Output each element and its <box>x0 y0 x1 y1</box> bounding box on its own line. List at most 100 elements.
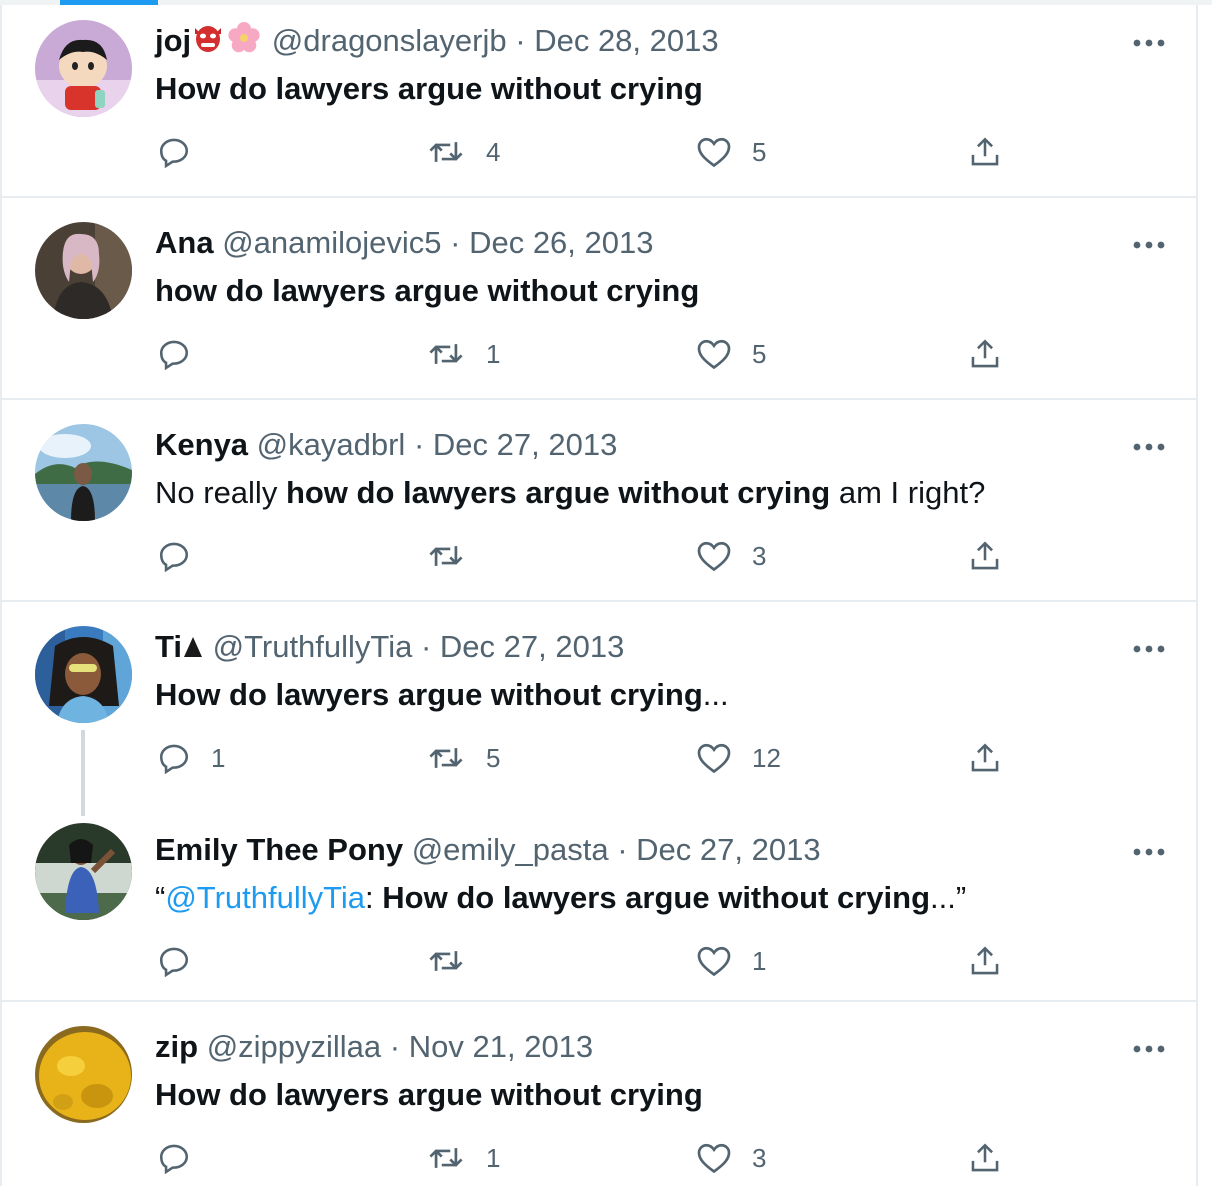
tweet-header: Emily Thee Pony @emily_pasta · Dec 27, 2… <box>155 830 821 870</box>
reply-icon <box>157 539 191 573</box>
separator-dot: · <box>389 1029 401 1064</box>
tweet[interactable]: Ti @TruthfullyTia · Dec 27, 2013 How do … <box>2 602 1196 816</box>
heart-icon <box>696 944 732 978</box>
separator-dot: · <box>413 427 425 462</box>
reply-button[interactable] <box>157 334 211 374</box>
user-handle[interactable]: @kayadbrl <box>257 427 406 462</box>
avatar[interactable] <box>35 424 132 521</box>
tweet[interactable]: Ana @anamilojevic5 · Dec 26, 2013 how do… <box>2 198 1196 398</box>
avatar[interactable] <box>35 626 132 723</box>
text-segment: ... <box>702 677 729 712</box>
text-segment: How do lawyers argue without crying <box>155 71 703 106</box>
like-count: 3 <box>752 1143 767 1173</box>
tweet-date[interactable]: Nov 21, 2013 <box>409 1029 593 1064</box>
retweet-button[interactable] <box>426 941 486 981</box>
text-segment: how do lawyers argue without crying <box>285 475 831 510</box>
tweet[interactable]: Kenya @kayadbrl · Dec 27, 2013 No really… <box>2 400 1196 600</box>
tweet-header: joj @dragonslayerjb · Dec 28, 2013 <box>155 21 719 61</box>
display-name[interactable]: Ana <box>155 225 214 260</box>
more-options-icon[interactable] <box>1132 439 1166 451</box>
display-name[interactable]: zip <box>155 1029 198 1064</box>
avatar[interactable] <box>35 1026 132 1123</box>
user-handle[interactable]: @emily_pasta <box>412 832 609 867</box>
heart-icon <box>696 135 732 169</box>
share-button[interactable] <box>968 1138 1002 1178</box>
retweet-icon <box>426 944 466 978</box>
share-button[interactable] <box>968 132 1002 172</box>
share-button[interactable] <box>968 536 1002 576</box>
like-button[interactable]: 3 <box>696 1138 766 1178</box>
more-options-icon[interactable] <box>1132 1041 1166 1053</box>
user-handle[interactable]: @zippyzillaa <box>207 1029 381 1064</box>
separator-dot: · <box>515 23 526 58</box>
retweet-count: 1 <box>486 1143 501 1173</box>
tweet-date[interactable]: Dec 28, 2013 <box>534 23 718 58</box>
tweet-header: zip @zippyzillaa · Nov 21, 2013 <box>155 1027 593 1067</box>
like-button[interactable]: 5 <box>696 334 766 374</box>
like-button[interactable]: 3 <box>696 536 766 576</box>
retweet-button[interactable]: 5 <box>426 738 500 778</box>
reply-button[interactable] <box>157 1138 211 1178</box>
user-handle[interactable]: @anamilojevic5 <box>222 225 441 260</box>
like-button[interactable]: 12 <box>696 738 781 778</box>
retweet-icon <box>426 1141 466 1175</box>
tweet-date[interactable]: Dec 26, 2013 <box>469 225 653 260</box>
retweet-icon <box>426 539 466 573</box>
like-count: 1 <box>752 946 767 976</box>
tweet-text: How do lawyers argue without crying <box>155 69 703 109</box>
tweet[interactable]: zip @zippyzillaa · Nov 21, 2013 How do l… <box>2 1002 1196 1186</box>
retweet-icon <box>426 337 466 371</box>
like-button[interactable]: 1 <box>696 941 766 981</box>
avatar[interactable] <box>35 823 132 920</box>
avatar[interactable] <box>35 222 132 319</box>
text-segment: ...” <box>930 880 967 915</box>
tweet-date[interactable]: Dec 27, 2013 <box>440 629 624 664</box>
share-button[interactable] <box>968 334 1002 374</box>
reply-button[interactable] <box>157 536 211 576</box>
more-options-icon[interactable] <box>1132 237 1166 249</box>
reply-button[interactable]: 1 <box>157 738 225 778</box>
tweet-text: No really how do lawyers argue without c… <box>155 473 985 513</box>
black-triangle-emoji-icon <box>182 629 204 669</box>
heart-icon <box>696 1141 732 1175</box>
more-options-icon[interactable] <box>1132 641 1166 653</box>
retweet-count: 5 <box>486 743 501 773</box>
like-button[interactable]: 5 <box>696 132 766 172</box>
reply-button[interactable] <box>157 132 211 172</box>
separator-dot: · <box>450 225 461 260</box>
retweet-icon <box>426 741 466 775</box>
mention-link[interactable]: @TruthfullyTia <box>165 880 365 915</box>
heart-icon <box>696 337 732 371</box>
tweet-date[interactable]: Dec 27, 2013 <box>636 832 820 867</box>
reply-button[interactable] <box>157 941 211 981</box>
tweet-text: how do lawyers argue without crying <box>155 271 699 311</box>
avatar[interactable] <box>35 20 132 117</box>
separator-dot: · <box>617 832 628 867</box>
display-name[interactable]: Emily Thee Pony <box>155 832 403 867</box>
tweet-text: How do lawyers argue without crying... <box>155 675 729 715</box>
display-name[interactable]: joj <box>155 23 191 58</box>
like-count: 12 <box>752 743 781 773</box>
user-handle[interactable]: @TruthfullyTia <box>213 629 413 664</box>
heart-icon <box>696 539 732 573</box>
tweet-date[interactable]: Dec 27, 2013 <box>433 427 617 462</box>
user-handle[interactable]: @dragonslayerjb <box>272 23 507 58</box>
like-count: 5 <box>752 137 767 167</box>
retweet-count: 4 <box>486 137 501 167</box>
display-name[interactable]: Ti <box>155 629 182 664</box>
retweet-button[interactable] <box>426 536 486 576</box>
like-count: 5 <box>752 339 767 369</box>
display-name[interactable]: Kenya <box>155 427 248 462</box>
retweet-button[interactable]: 1 <box>426 1138 500 1178</box>
reply-icon <box>157 944 191 978</box>
retweet-count: 1 <box>486 339 501 369</box>
tweet[interactable]: joj @dragonslayerjb · Dec 28, 2013 How d… <box>2 5 1196 196</box>
retweet-button[interactable]: 4 <box>426 132 500 172</box>
share-button[interactable] <box>968 941 1002 981</box>
retweet-button[interactable]: 1 <box>426 334 500 374</box>
share-button[interactable] <box>968 738 1002 778</box>
reply-count: 1 <box>211 743 226 773</box>
more-options-icon[interactable] <box>1132 35 1166 47</box>
tweet[interactable]: Emily Thee Pony @emily_pasta · Dec 27, 2… <box>2 802 1196 1000</box>
more-options-icon[interactable] <box>1132 844 1166 856</box>
